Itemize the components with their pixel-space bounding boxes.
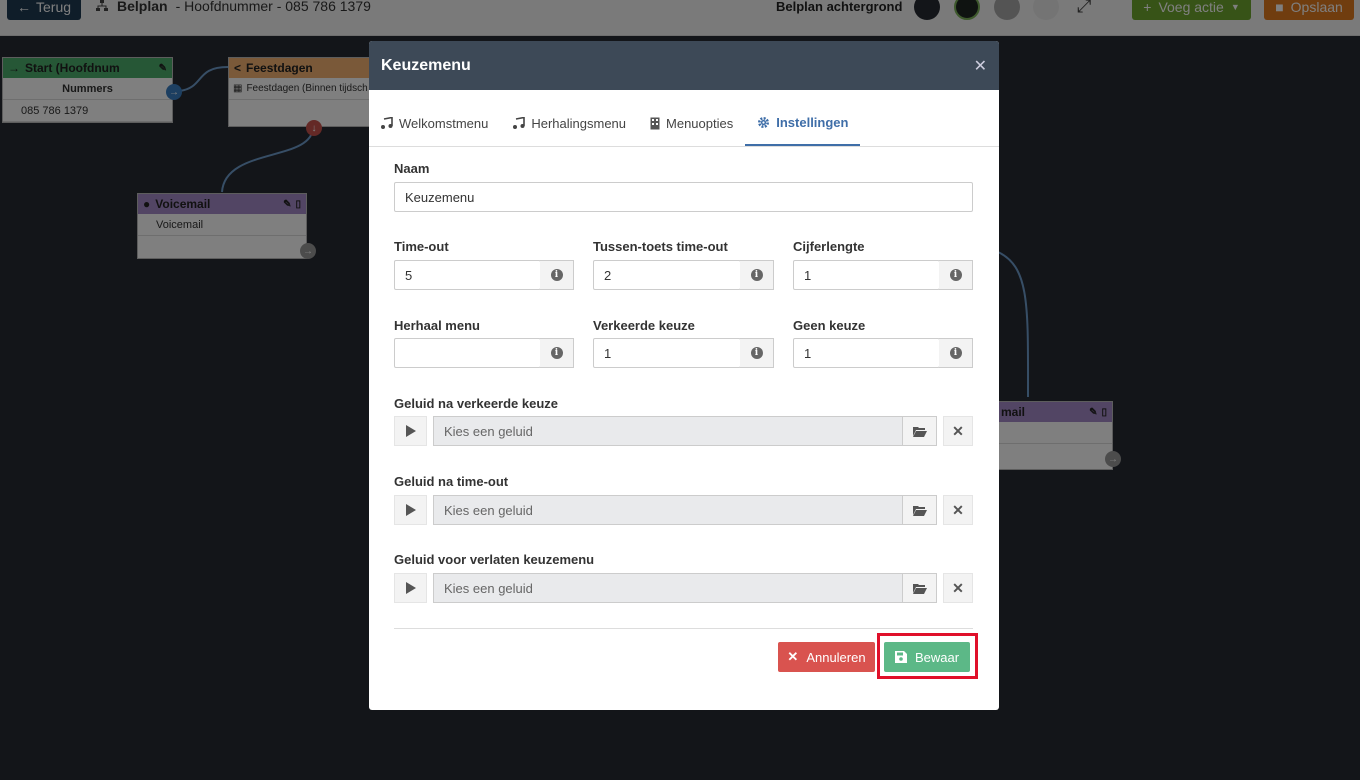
name-label: Naam xyxy=(394,161,430,176)
info-icon: i xyxy=(550,347,563,359)
close-icon[interactable]: ✕ xyxy=(974,56,987,76)
building-icon xyxy=(650,117,660,129)
name-field[interactable]: Keuzemenu xyxy=(394,182,973,212)
play-button[interactable] xyxy=(394,573,427,603)
play-icon xyxy=(405,425,416,437)
play-icon xyxy=(405,504,416,516)
info-icon: i xyxy=(550,269,563,281)
keuzemenu-modal: Keuzemenu ✕ Welkomstmenu Herhalingsmenu … xyxy=(369,41,999,710)
clear-sound-button[interactable]: ✕ xyxy=(943,495,973,525)
timeout-label: Time-out xyxy=(394,239,449,254)
folder-open-button[interactable] xyxy=(903,495,937,525)
folder-open-icon xyxy=(912,583,927,594)
folder-open-icon xyxy=(912,505,927,516)
cancel-button[interactable]: ✕ Annuleren xyxy=(778,642,875,672)
digit-length-label: Cijferlengte xyxy=(793,239,865,254)
tab-label: Herhalingsmenu xyxy=(531,115,627,131)
wrong-choice-label: Verkeerde keuze xyxy=(593,318,695,333)
sound-select-field[interactable]: Kies een geluid xyxy=(433,495,903,525)
tab-menuopties[interactable]: Menuopties xyxy=(650,100,745,146)
tab-herhalingsmenu[interactable]: Herhalingsmenu xyxy=(512,100,638,146)
digit-length-info-button[interactable]: i xyxy=(939,260,973,290)
no-choice-label: Geen keuze xyxy=(793,318,866,333)
info-icon: i xyxy=(949,347,962,359)
repeat-menu-label: Herhaal menu xyxy=(394,318,480,333)
folder-open-button[interactable] xyxy=(903,573,937,603)
inter-key-info-button[interactable]: i xyxy=(740,260,774,290)
close-icon: ✕ xyxy=(952,579,964,596)
modal-title: Keuzemenu xyxy=(381,56,471,74)
close-icon: ✕ xyxy=(787,649,799,664)
play-button[interactable] xyxy=(394,495,427,525)
digit-length-field[interactable]: 1 xyxy=(793,260,940,290)
tab-label: Menuopties xyxy=(666,115,734,131)
timeout-field[interactable]: 5 xyxy=(394,260,541,290)
play-button[interactable] xyxy=(394,416,427,446)
info-icon: i xyxy=(949,269,962,281)
close-icon: ✕ xyxy=(952,422,964,439)
wrong-choice-info-button[interactable]: i xyxy=(740,338,774,368)
music-icon xyxy=(381,116,393,129)
sound-select-field[interactable]: Kies een geluid xyxy=(433,416,903,446)
folder-open-button[interactable] xyxy=(903,416,937,446)
timeout-info-button[interactable]: i xyxy=(540,260,574,290)
sound-select-field[interactable]: Kies een geluid xyxy=(433,573,903,603)
repeat-menu-info-button[interactable]: i xyxy=(540,338,574,368)
sound-label: Geluid na verkeerde keuze xyxy=(394,396,559,411)
sound-label: Geluid na time-out xyxy=(394,474,509,489)
modal-header: Keuzemenu ✕ xyxy=(369,41,999,90)
clear-sound-button[interactable]: ✕ xyxy=(943,573,973,603)
tab-welkomstmenu[interactable]: Welkomstmenu xyxy=(380,100,500,146)
inter-key-timeout-label: Tussen-toets time-out xyxy=(593,239,728,254)
wrong-choice-field[interactable]: 1 xyxy=(593,338,741,368)
highlight-box xyxy=(877,633,978,679)
play-icon xyxy=(405,582,416,594)
gear-icon xyxy=(758,116,770,128)
info-icon: i xyxy=(750,269,763,281)
modal-tabs: Welkomstmenu Herhalingsmenu Menuopties I… xyxy=(369,90,999,147)
cancel-button-label: Annuleren xyxy=(806,649,866,665)
repeat-menu-field[interactable] xyxy=(394,338,541,368)
sound-label: Geluid voor verlaten keuzemenu xyxy=(394,552,595,567)
clear-sound-button[interactable]: ✕ xyxy=(943,416,973,446)
no-choice-field[interactable]: 1 xyxy=(793,338,940,368)
no-choice-info-button[interactable]: i xyxy=(939,338,973,368)
close-icon: ✕ xyxy=(952,501,964,518)
tab-label: Instellingen xyxy=(776,114,849,130)
inter-key-timeout-field[interactable]: 2 xyxy=(593,260,741,290)
folder-open-icon xyxy=(912,426,927,437)
tab-instellingen[interactable]: Instellingen xyxy=(745,100,861,146)
tab-label: Welkomstmenu xyxy=(399,115,489,131)
music-icon xyxy=(513,116,526,129)
info-icon: i xyxy=(750,347,763,359)
footer-divider xyxy=(394,628,973,629)
